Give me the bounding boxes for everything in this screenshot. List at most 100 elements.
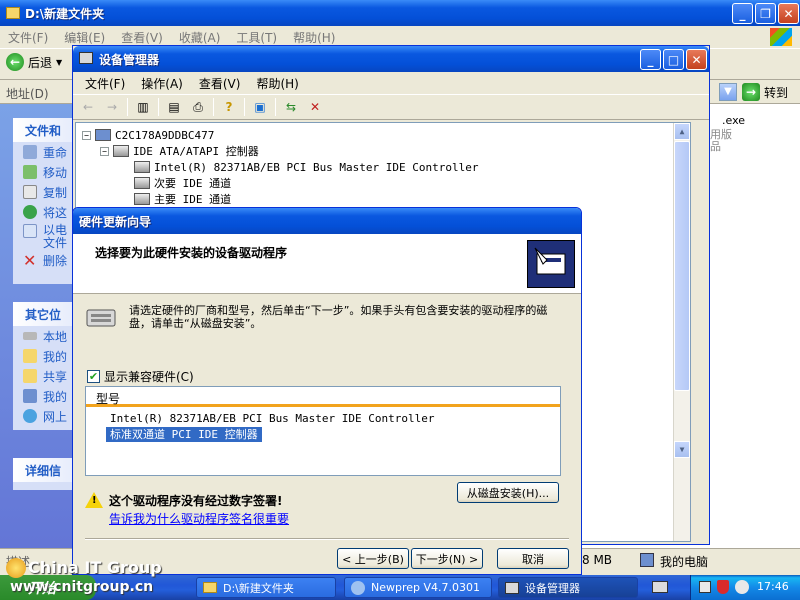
rename-icon [23,145,37,159]
go-button[interactable]: → 转到 [742,83,788,101]
toolbar-divider [158,98,159,116]
hardware-device-icon [85,304,117,332]
go-arrow-icon: → [742,83,760,101]
back-button[interactable]: ← 后退 ▼ [6,53,62,71]
taskbar-item-device-manager[interactable]: 设备管理器 [498,577,638,598]
menu-file[interactable]: 文件(F) [0,29,56,46]
hardware-wizard-icon [527,240,575,288]
menu-tools[interactable]: 工具(T) [228,29,285,46]
address-dropdown-button[interactable]: ▼ [719,83,737,101]
wizard-header: 选择要为此硬件安装的设备驱动程序 [73,234,581,294]
network-tray-icon[interactable] [699,581,711,593]
taskbar-item-newprep[interactable]: Newprep V4.7.0301 [344,577,492,598]
watermark-overlay: China IT Group www.cnitgroup.cn [0,552,170,600]
device-manager-icon [79,52,93,64]
ide-channel-icon [134,177,150,189]
network-icon [23,409,37,423]
computer-icon [23,389,37,403]
tree-item-secondary-channel[interactable]: 次要 IDE 通道 [134,175,231,191]
back-label: 后退 [28,55,53,70]
menu-help[interactable]: 帮助(H) [285,29,343,46]
address-label: 地址(D) [6,87,49,101]
clock[interactable]: 17:46 [757,580,789,593]
cancel-button[interactable]: 取消 [497,548,569,569]
back-arrow-icon: ← [6,53,24,71]
device-manager-title: 设备管理器 [99,52,160,67]
menu-favorites[interactable]: 收藏(A) [171,29,229,46]
hardware-update-wizard: 硬件更新向导 选择要为此硬件安装的设备驱动程序 请选定硬件的厂商和型号，然后单击… [72,207,582,575]
collapse-icon[interactable]: − [82,130,91,140]
model-list[interactable]: 型号 Intel(R) 82371AB/EB PCI Bus Master ID… [85,386,561,476]
back-button[interactable]: < 上一步(B) [337,548,409,569]
security-shield-icon[interactable] [717,580,729,594]
explorer-titlebar[interactable]: D:\新建文件夹 [0,0,800,26]
folder-icon [203,582,217,593]
tree-item-primary-channel[interactable]: 主要 IDE 通道 [134,191,231,207]
wizard-titlebar[interactable]: 硬件更新向导 [73,208,581,234]
toolbar-divider [275,98,276,116]
tree-root[interactable]: − C2C178A9DDBC477 [82,127,214,143]
email-icon [23,224,37,238]
scroll-down-icon[interactable]: ▼ [674,441,690,458]
from-disk-button[interactable]: 从磁盘安装(H)... [457,482,559,503]
menu-view[interactable]: 查看(V) [113,29,171,46]
ide-controller-icon [113,145,129,157]
dm-close-button[interactable]: ✕ [686,49,707,70]
computer-icon [640,553,654,567]
antivirus-icon[interactable] [735,580,749,594]
go-label: 转到 [764,85,789,100]
chevron-down-icon: ▼ [56,57,63,67]
signing-info-link[interactable]: 告诉我为什么驱动程序签名很重要 [109,510,289,527]
explorer-title: D:\新建文件夹 [25,6,105,21]
move-icon [23,165,37,179]
wizard-title: 硬件更新向导 [79,214,152,229]
watermark-line2: www.cnitgroup.cn [10,579,154,595]
device-tree-scrollbar[interactable]: ▲ ▼ [673,123,690,541]
delete-x-icon: ✕ [23,250,37,270]
menu-edit[interactable]: 编辑(E) [56,29,113,46]
dm-menu-action[interactable]: 操作(A) [133,75,191,92]
scroll-thumb[interactable] [674,141,690,391]
copy-icon [23,185,37,199]
folder-icon [23,369,37,383]
model-item-intel[interactable]: Intel(R) 82371AB/EB PCI Bus Master IDE C… [106,411,439,426]
dm-menu-file[interactable]: 文件(F) [73,75,133,92]
dm-maximize-button[interactable]: □ [663,49,684,70]
dm-minimize-button[interactable]: _ [640,49,661,70]
restore-button[interactable]: ❐ [755,3,776,24]
dm-menu-view[interactable]: 查看(V) [191,75,249,92]
tree-ide-controller[interactable]: − IDE ATA/ATAPI 控制器 [100,143,259,159]
folder-icon [6,7,20,19]
toolbar-divider [244,98,245,116]
folder-icon [23,349,37,363]
close-button[interactable]: ✕ [778,3,799,24]
minimize-button[interactable]: _ [732,3,753,24]
back-arrow-icon[interactable]: ← [79,98,97,116]
watermark-logo-icon [6,558,26,578]
checkbox-checked-icon[interactable]: ✔ [87,370,100,383]
help-icon[interactable]: ? [220,98,238,116]
show-compatible-checkbox[interactable]: ✔ 显示兼容硬件(C) [87,368,194,385]
dm-menu-help[interactable]: 帮助(H) [248,75,306,92]
scan-hardware-icon[interactable]: ▣ [251,98,269,116]
forward-arrow-icon[interactable]: → [103,98,121,116]
toolbar-divider [127,98,128,116]
wizard-header-title: 选择要为此硬件安装的设备驱动程序 [95,246,288,260]
update-driver-icon[interactable]: ⇆ [282,98,300,116]
show-hide-tree-icon[interactable]: ▥ [134,98,152,116]
newprep-icon [351,580,365,595]
collapse-icon[interactable]: − [100,146,109,156]
device-manager-titlebar[interactable]: 设备管理器 [73,46,709,72]
model-column-header[interactable]: 型号 [86,387,560,407]
uninstall-icon[interactable]: ✕ [306,98,324,116]
watermark-line1: China IT Group [28,558,162,577]
next-button[interactable]: 下一步(N) > [411,548,483,569]
scroll-up-icon[interactable]: ▲ [674,123,690,140]
tree-item-intel-controller[interactable]: Intel(R) 82371AB/EB PCI Bus Master IDE C… [134,159,479,175]
taskbar-item-explorer[interactable]: D:\新建文件夹 [196,577,336,598]
system-tray: 17:46 [690,575,800,600]
properties-icon[interactable]: ▤ [165,98,183,116]
model-item-standard-dual-channel[interactable]: 标准双通道 PCI IDE 控制器 [106,427,262,442]
keyboard-icon[interactable] [652,581,668,593]
print-icon[interactable]: ⎙ [189,98,207,116]
